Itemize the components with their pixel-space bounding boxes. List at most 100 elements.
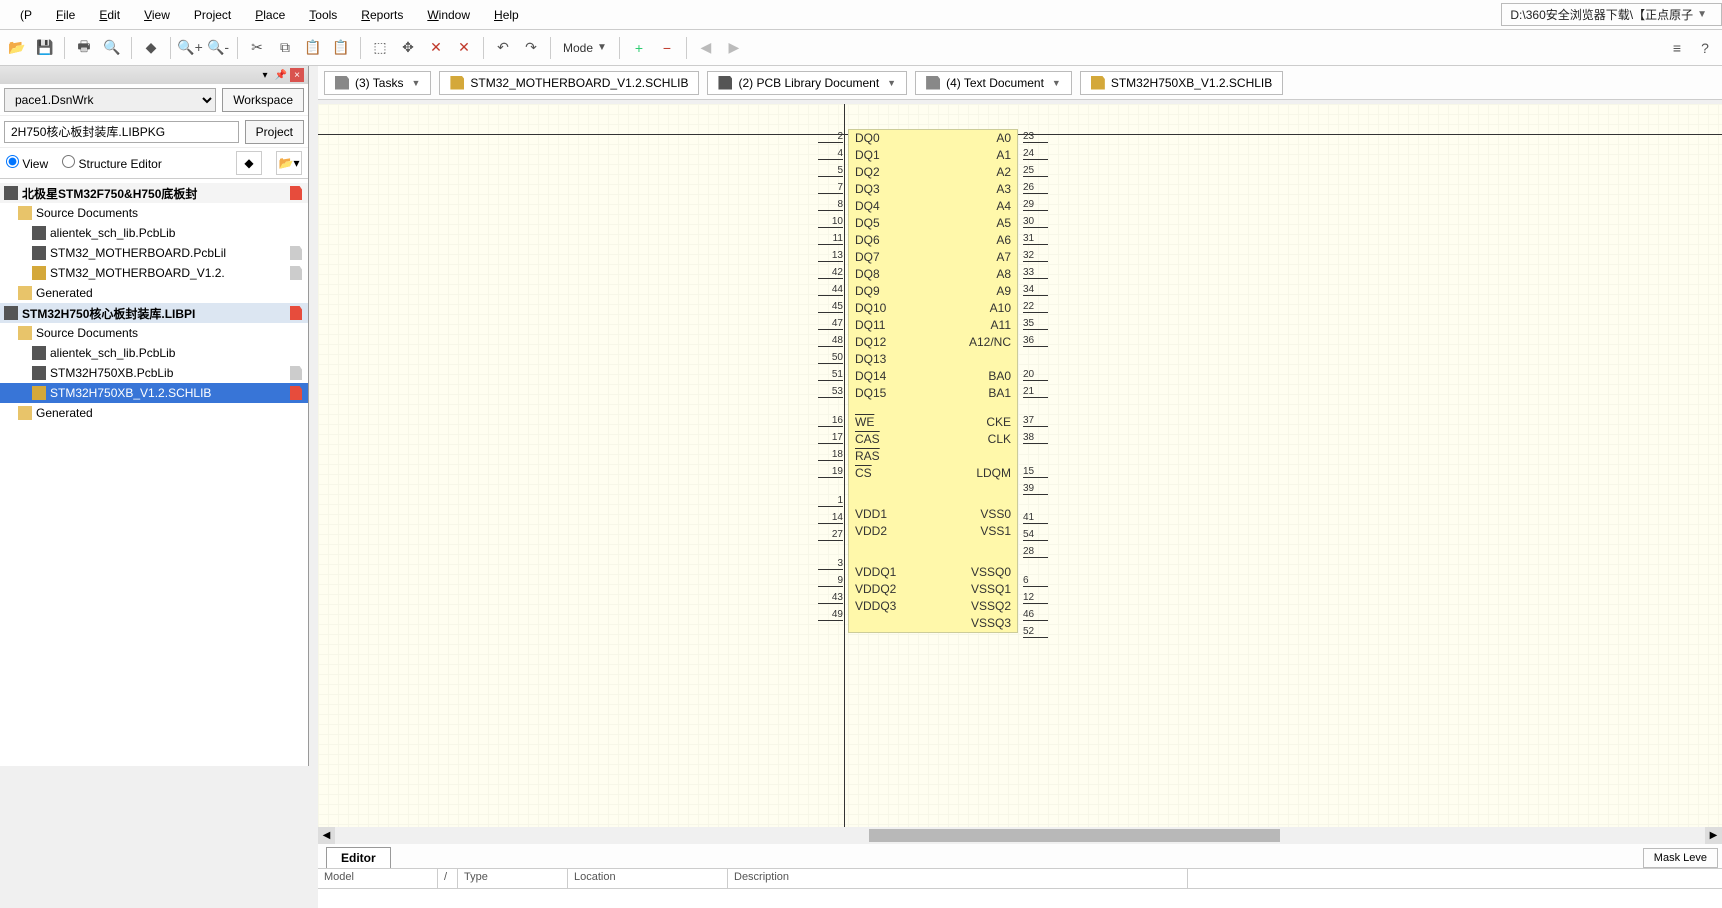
modified-icon <box>290 386 302 400</box>
menu-window[interactable]: Window <box>415 8 482 22</box>
pin-number: 39 <box>1023 483 1048 495</box>
document-tab[interactable]: STM32H750XB_V1.2.SCHLIB <box>1080 71 1283 95</box>
menu-xp[interactable]: (P <box>8 8 44 22</box>
pin-number: 47 <box>818 318 843 330</box>
pin-number: 35 <box>1023 318 1048 330</box>
view-radio[interactable]: View <box>6 155 48 171</box>
project-input[interactable] <box>4 121 239 143</box>
paste-icon[interactable]: 📋 <box>300 35 326 61</box>
preview-icon[interactable]: 🔍 <box>99 35 125 61</box>
tree-item[interactable]: alientek_sch_lib.PcbLib <box>0 223 308 243</box>
move-icon[interactable]: ✥ <box>395 35 421 61</box>
schematic-canvas[interactable]: DQ0A0DQ1A1DQ2A2DQ3A3DQ4A4DQ5A5DQ6A6DQ7A7… <box>318 104 1722 827</box>
mode-dropdown[interactable]: Mode ▼ <box>557 41 613 55</box>
document-tab[interactable]: STM32_MOTHERBOARD_V1.2.SCHLIB <box>439 71 699 95</box>
document-tab[interactable]: (2) PCB Library Document▼ <box>707 71 907 95</box>
tree-item[interactable]: STM32H750核心板封装库.LIBPI <box>0 303 308 323</box>
pin-number: 17 <box>818 432 843 444</box>
document-tab[interactable]: (3) Tasks▼ <box>324 71 431 95</box>
tab-label: (4) Text Document <box>946 76 1044 90</box>
tree-item[interactable]: alientek_sch_lib.PcbLib <box>0 343 308 363</box>
menu-view[interactable]: View <box>132 8 182 22</box>
panel-close-icon[interactable]: × <box>290 68 304 82</box>
zoom-in-icon[interactable]: 🔍+ <box>177 35 203 61</box>
menu-tools[interactable]: Tools <box>297 8 349 22</box>
document-path[interactable]: D:\360安全浏览器下载\【正点原子▼ <box>1501 3 1722 26</box>
structure-radio[interactable]: Structure Editor <box>62 155 162 171</box>
pin-number: 18 <box>818 449 843 461</box>
document-tab[interactable]: (4) Text Document▼ <box>915 71 1072 95</box>
grid-column-header[interactable]: Description <box>728 869 1188 888</box>
panel-dropdown-icon[interactable]: ▾ <box>258 68 272 82</box>
tree-item[interactable]: Generated <box>0 403 308 423</box>
copy-icon[interactable]: ⧉ <box>272 35 298 61</box>
project-tree: 北极星STM32F750&H750底板封Source Documentsalie… <box>0 178 308 766</box>
scroll-right-icon[interactable]: ▶ <box>1705 827 1722 844</box>
pin-number: 54 <box>1023 529 1048 541</box>
pin-row: DQ15BA1 <box>849 385 1017 402</box>
pin-label-right: A4 <box>996 198 1011 215</box>
tree-item[interactable]: Source Documents <box>0 203 308 223</box>
tree-item[interactable]: Source Documents <box>0 323 308 343</box>
open-icon[interactable]: 📂 <box>4 35 30 61</box>
scroll-left-icon[interactable]: ◀ <box>318 827 335 844</box>
tree-item[interactable]: STM32_MOTHERBOARD_V1.2. <box>0 263 308 283</box>
redo-icon[interactable]: ↷ <box>518 35 544 61</box>
pin-label-right: A5 <box>996 215 1011 232</box>
pin-label-left: VDD1 <box>855 506 887 523</box>
pin-row: DQ1A1 <box>849 147 1017 164</box>
tree-item[interactable]: Generated <box>0 283 308 303</box>
doc-status-icon <box>290 266 302 280</box>
paste-special-icon[interactable]: 📋 <box>328 35 354 61</box>
project-button[interactable]: Project <box>245 120 304 144</box>
pin-label-right: CLK <box>988 431 1011 448</box>
project-options-icon[interactable]: 📂▾ <box>276 151 302 175</box>
pin-row: DQ10A10 <box>849 300 1017 317</box>
pin-row: VSSQ3 <box>849 615 1017 632</box>
remove-icon[interactable]: − <box>654 35 680 61</box>
workspace-select[interactable]: pace1.DsnWrk <box>4 88 216 112</box>
save-icon[interactable]: 💾 <box>32 35 58 61</box>
help-search-icon[interactable]: ? <box>1692 35 1718 61</box>
grid-column-header[interactable]: Model <box>318 869 438 888</box>
nav-fwd-icon[interactable]: ▶ <box>721 35 747 61</box>
deselect-icon[interactable]: ✕ <box>423 35 449 61</box>
nav-back-icon[interactable]: ◀ <box>693 35 719 61</box>
grid-column-header[interactable]: Location <box>568 869 728 888</box>
select-icon[interactable]: ⬚ <box>367 35 393 61</box>
menu-reports[interactable]: Reports <box>349 8 415 22</box>
pin-row: CSLDQM <box>849 465 1017 482</box>
add-icon[interactable]: + <box>626 35 652 61</box>
pin-row: VDD1VSS0 <box>849 506 1017 523</box>
menu-place[interactable]: Place <box>243 8 297 22</box>
undo-icon[interactable]: ↶ <box>490 35 516 61</box>
tab-label: STM32H750XB_V1.2.SCHLIB <box>1111 76 1272 90</box>
pin-row: DQ3A3 <box>849 181 1017 198</box>
pin-label-left: DQ11 <box>855 317 885 334</box>
compile-project-icon[interactable]: ◆ <box>236 151 262 175</box>
panel-pin-icon[interactable]: 📌 <box>274 68 288 82</box>
tree-item[interactable]: 北极星STM32F750&H750底板封 <box>0 183 308 203</box>
workspace-button[interactable]: Workspace <box>222 88 304 112</box>
mask-level-button[interactable]: Mask Leve <box>1643 848 1718 868</box>
grid-column-header[interactable]: / <box>438 869 458 888</box>
cut-icon[interactable]: ✂ <box>244 35 270 61</box>
pin-label-left: DQ2 <box>855 164 880 181</box>
grid-column-header[interactable]: Type <box>458 869 568 888</box>
sch-icon <box>32 266 46 280</box>
editor-tab[interactable]: Editor <box>326 847 391 868</box>
menu-edit[interactable]: Edit <box>87 8 132 22</box>
menu-help[interactable]: Help <box>482 8 531 22</box>
clear-icon[interactable]: ✕ <box>451 35 477 61</box>
zoom-out-icon[interactable]: 🔍- <box>205 35 231 61</box>
print-icon[interactable]: 🖶 <box>71 35 97 61</box>
tree-item[interactable]: STM32H750XB_V1.2.SCHLIB <box>0 383 308 403</box>
tree-item[interactable]: STM32_MOTHERBOARD.PcbLil <box>0 243 308 263</box>
panel-toggle-icon[interactable]: ≡ <box>1664 35 1690 61</box>
menu-file[interactable]: File <box>44 8 87 22</box>
pin-label-left: DQ15 <box>855 385 886 402</box>
compile-icon[interactable]: ◆ <box>138 35 164 61</box>
tree-item[interactable]: STM32H750XB.PcbLib <box>0 363 308 383</box>
horizontal-scrollbar[interactable]: ◀ ▶ <box>318 827 1722 844</box>
menu-project[interactable]: Project <box>182 8 243 22</box>
